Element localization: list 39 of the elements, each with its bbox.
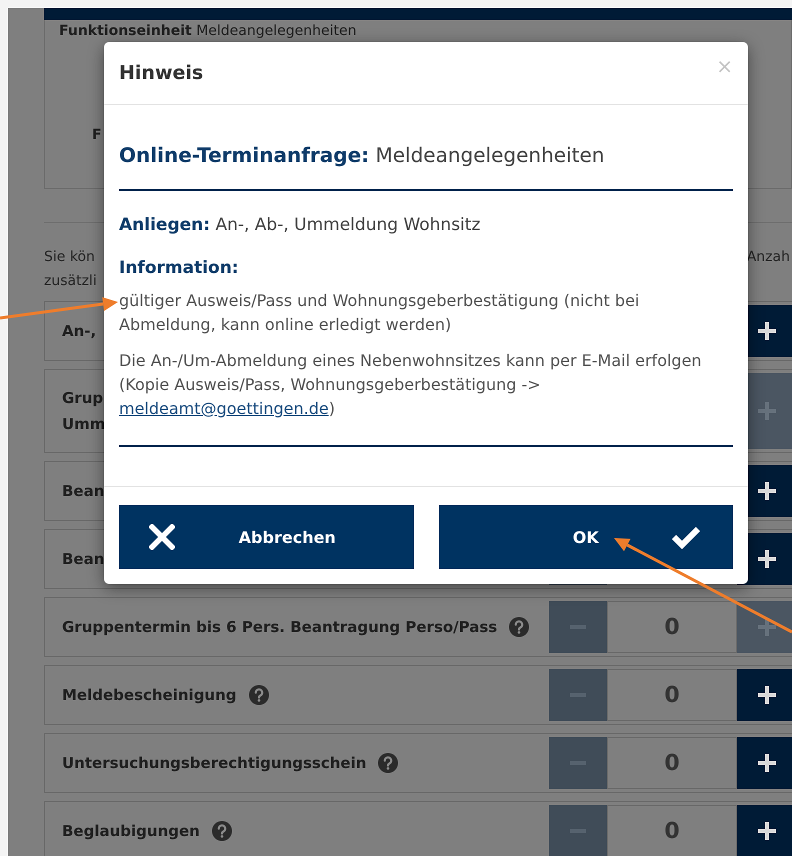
service-name: Meldebescheinigung xyxy=(62,685,237,706)
count-field[interactable]: 0 xyxy=(607,737,737,789)
service-name: Bean xyxy=(62,481,104,502)
plus-button[interactable] xyxy=(737,737,792,789)
field-label: Funktionseinheit xyxy=(59,23,192,39)
service-name: Beglaubigungen xyxy=(62,821,200,842)
check-icon xyxy=(671,525,701,549)
info-paragraph: Die An-/Um-Abmeldung eines Nebenwohnsitzes kann per E-Mail erfolgen (Kopie Ausweis/Pass, Wohnungsgeberbestätigung -> meldeamt@goettingen.de) xyxy=(119,350,703,420)
email-link[interactable]: meldeamt@goettingen.de xyxy=(119,399,329,418)
intro-text: Sie kön zusätzli xyxy=(44,248,97,291)
service-name: Gruppentermin bis 6 Pers. Beantragung Perso/Pass xyxy=(62,617,498,638)
dialog-heading: Online-Terminanfrage: Meldeangelegenheiten xyxy=(119,142,606,169)
info-paragraph: gültiger Ausweis/Pass und Wohnungsgeberbestätigung (nicht bei Abmeldung, kann online erledigt werden) xyxy=(119,290,640,336)
plus-icon xyxy=(758,550,776,568)
plus-button[interactable] xyxy=(737,805,792,856)
concern-text: Anliegen: An-, Ab-, Ummeldung Wohnsitz xyxy=(119,214,482,237)
close-icon xyxy=(149,524,175,550)
plus-icon xyxy=(758,402,776,420)
plus-icon xyxy=(758,686,776,704)
plus-icon xyxy=(758,822,776,840)
plus-icon xyxy=(758,322,776,340)
service-name: Grup Umm xyxy=(62,388,106,435)
plus-icon xyxy=(758,482,776,500)
field-value: Meldeangelegenheiten xyxy=(196,23,356,39)
cancel-button[interactable]: Abbrechen xyxy=(119,505,414,569)
field-label: F xyxy=(92,127,102,143)
plus-button[interactable] xyxy=(737,669,792,721)
section-label: Information: xyxy=(119,257,240,280)
plus-icon xyxy=(758,618,776,636)
dialog-title: Hinweis xyxy=(119,62,204,84)
service-name: Bean xyxy=(62,549,104,570)
intro-text: Anzah xyxy=(746,248,791,267)
service-name: An-, xyxy=(62,321,96,342)
service-name: Untersuchungsberechtigungsschein xyxy=(62,753,366,774)
close-button[interactable]: × xyxy=(716,54,733,78)
ok-button[interactable]: OK xyxy=(438,505,733,569)
count-field[interactable]: 0 xyxy=(607,601,737,653)
plus-icon xyxy=(758,754,776,772)
count-field[interactable]: 0 xyxy=(607,669,737,721)
